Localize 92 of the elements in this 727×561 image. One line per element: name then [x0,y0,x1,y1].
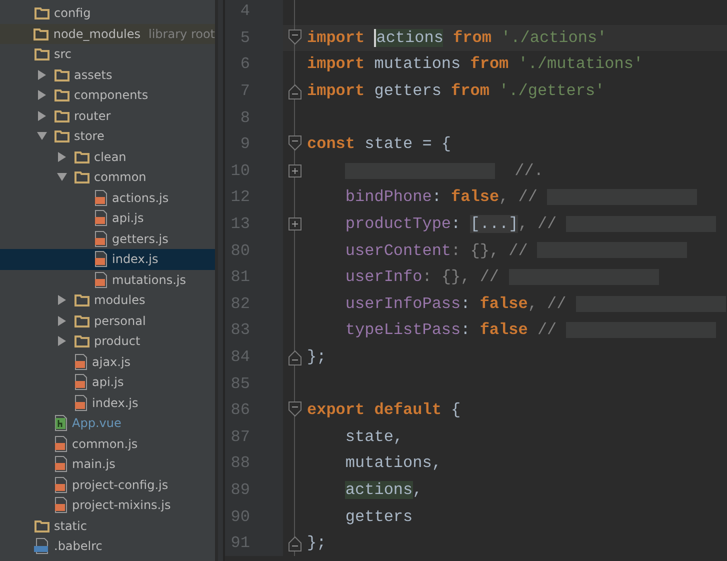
code-line: import mutations from './mutations' [307,55,644,74]
fold-marker-icon[interactable] [288,348,302,366]
folder-icon [74,150,90,164]
fold-marker-icon[interactable] [288,534,302,552]
folder-icon [34,6,50,20]
js-file-icon [94,190,108,206]
fold-marker-icon[interactable] [288,82,302,100]
js-file-icon [94,210,108,226]
code-line: }; [307,534,326,552]
caret-right-icon[interactable] [38,70,46,80]
js-file-icon [54,476,68,493]
tree-item[interactable]: config [54,6,91,20]
folder-icon [74,293,90,308]
caret-right-icon[interactable] [58,316,66,326]
tree-item[interactable]: api.js [92,375,124,390]
js-file-icon [74,354,88,370]
code-line: getters [344,508,413,526]
folder-icon [34,518,50,533]
caret-right-icon[interactable] [58,152,66,162]
code-line: actions, [344,480,422,499]
json-file-icon [34,538,50,554]
tree-item[interactable]: index.js [92,396,138,410]
tree-item[interactable]: assets [74,68,112,82]
tree-item[interactable]: modules [94,293,146,308]
folder-icon [74,170,90,184]
code-line: productType: [...], // [307,215,716,234]
vue-file-icon [54,415,68,432]
tree-item[interactable]: static [54,518,87,533]
tree-item[interactable]: project-mixins.js [72,498,171,512]
tree-item[interactable]: ajax.js [92,354,131,369]
folder-icon [34,47,50,62]
tree-item[interactable]: .babelrc [54,539,102,554]
tree-item[interactable]: project-config.js [72,478,168,492]
caret-right-icon[interactable] [38,90,46,100]
tree-item[interactable]: common.js [72,436,138,451]
code-line: //. [307,162,544,180]
tree-item[interactable]: clean [94,150,126,164]
code-line: typeListPass: false // [307,321,716,340]
js-file-icon [54,497,68,514]
plus-box-icon[interactable] [288,217,302,232]
tree-item[interactable]: product [94,334,140,348]
tree-item[interactable]: personal [94,314,146,328]
highlighted-identifier: actions [374,28,444,47]
js-file-icon [94,272,108,288]
code-line: }; [307,348,326,366]
caret-right-icon[interactable] [58,295,66,306]
tree-item[interactable]: actions.js [112,190,169,205]
tree-item[interactable]: mutations.js [112,272,186,287]
tree-item[interactable]: store [74,129,104,144]
code-line: bindPhone: false, // [307,188,698,206]
tree-item[interactable]: router [74,108,111,123]
js-file-icon [74,394,88,411]
library-root-hint: library root [148,26,215,41]
folder-icon [54,88,70,102]
js-file-icon [54,436,68,452]
caret-right-icon[interactable] [58,336,66,346]
tree-item[interactable]: index.js [112,252,158,266]
folder-icon [54,108,70,123]
tree-item[interactable]: main.js [72,457,116,472]
tree-item[interactable]: App.vue [72,416,122,430]
fold-marker-icon[interactable] [288,135,302,154]
fold-marker-icon[interactable] [288,28,302,47]
folder-icon [54,129,70,144]
js-file-icon [94,230,108,247]
tree-item[interactable]: node_modules [53,26,141,41]
code-line: mutations, [344,454,442,472]
caret-down-icon[interactable] [57,173,67,182]
fold-marker-icon[interactable] [288,401,302,420]
tree-item[interactable]: src [54,47,72,62]
folder-icon [33,26,50,41]
js-file-icon [54,456,68,472]
code-line: userInfo: {}, // [307,268,659,286]
js-file-icon [74,374,88,390]
caret-right-icon[interactable] [38,110,46,121]
tree-item[interactable]: getters.js [112,232,168,246]
code-line: const state = { [307,135,452,154]
code-line: userContent: {}, // [307,242,688,260]
plus-box-icon[interactable] [288,164,302,178]
code-line: import actions from './actions' [307,28,607,47]
code-line: state, [344,428,404,446]
folder-icon [74,334,90,348]
code-line: import getters from './getters' [307,82,605,100]
code-line: export default { [307,401,461,420]
caret-down-icon[interactable] [37,132,47,140]
code-line: userInfoPass: false, // [307,294,726,313]
folder-icon [74,314,90,328]
folder-icon [54,68,70,82]
tree-item[interactable]: components [74,88,148,102]
tree-item[interactable]: api.js [112,211,144,226]
highlighted-identifier: actions [345,480,413,499]
js-file-icon [94,251,108,268]
tree-item[interactable]: common [94,170,146,184]
